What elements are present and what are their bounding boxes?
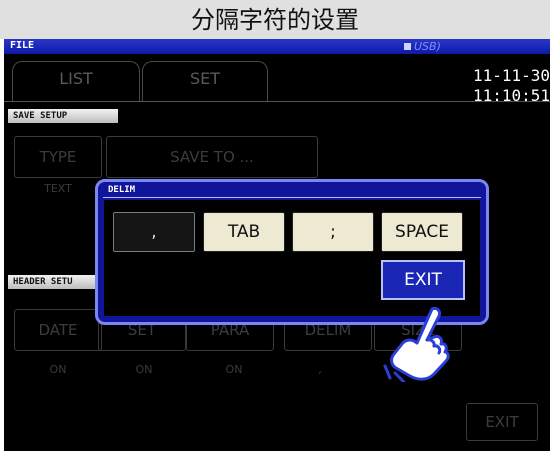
usb-icon xyxy=(404,43,411,50)
usb-indicator: USB) xyxy=(404,40,494,53)
app-title: FILE xyxy=(10,40,35,51)
header-date-button[interactable]: DATE xyxy=(14,309,102,351)
dialog-divider xyxy=(103,197,481,198)
header-para-value: ON xyxy=(225,363,243,376)
header-set-value: ON xyxy=(135,363,153,376)
exit-button[interactable]: EXIT xyxy=(466,403,538,441)
tab-set[interactable]: SET xyxy=(142,61,268,101)
datetime-display: 11-11-30 11:10:51 xyxy=(472,66,550,105)
delim-tab-button[interactable]: TAB xyxy=(203,212,285,252)
delim-dialog: DELIM , TAB ; SPACE EXIT xyxy=(95,179,489,325)
device-screen: FILE USB) LIST SET 11-11-30 11:10:51 SAV… xyxy=(4,39,550,451)
dialog-exit-button[interactable]: EXIT xyxy=(381,260,465,300)
save-setup-label: SAVE SETUP xyxy=(8,109,118,123)
type-button[interactable]: TYPE xyxy=(14,136,102,178)
delim-space-button[interactable]: SPACE xyxy=(381,212,463,252)
pointing-hand-icon xyxy=(383,307,450,382)
dialog-body: , TAB ; SPACE EXIT xyxy=(104,200,480,316)
header-setup-label: HEADER SETU xyxy=(8,275,98,289)
type-value: TEXT xyxy=(44,182,72,195)
delim-comma-button[interactable]: , xyxy=(113,212,195,252)
header-date-value: ON xyxy=(49,363,67,376)
usb-label: USB) xyxy=(414,40,441,53)
tab-list[interactable]: LIST xyxy=(12,61,140,101)
page-caption: 分隔字符的设置 xyxy=(0,0,550,39)
dialog-title: DELIM xyxy=(108,185,136,195)
delim-semicolon-button[interactable]: ; xyxy=(292,212,374,252)
header-delim-value: , xyxy=(318,363,322,376)
save-to-button[interactable]: SAVE TO ... xyxy=(106,136,318,178)
title-bar: FILE USB) xyxy=(4,39,550,54)
